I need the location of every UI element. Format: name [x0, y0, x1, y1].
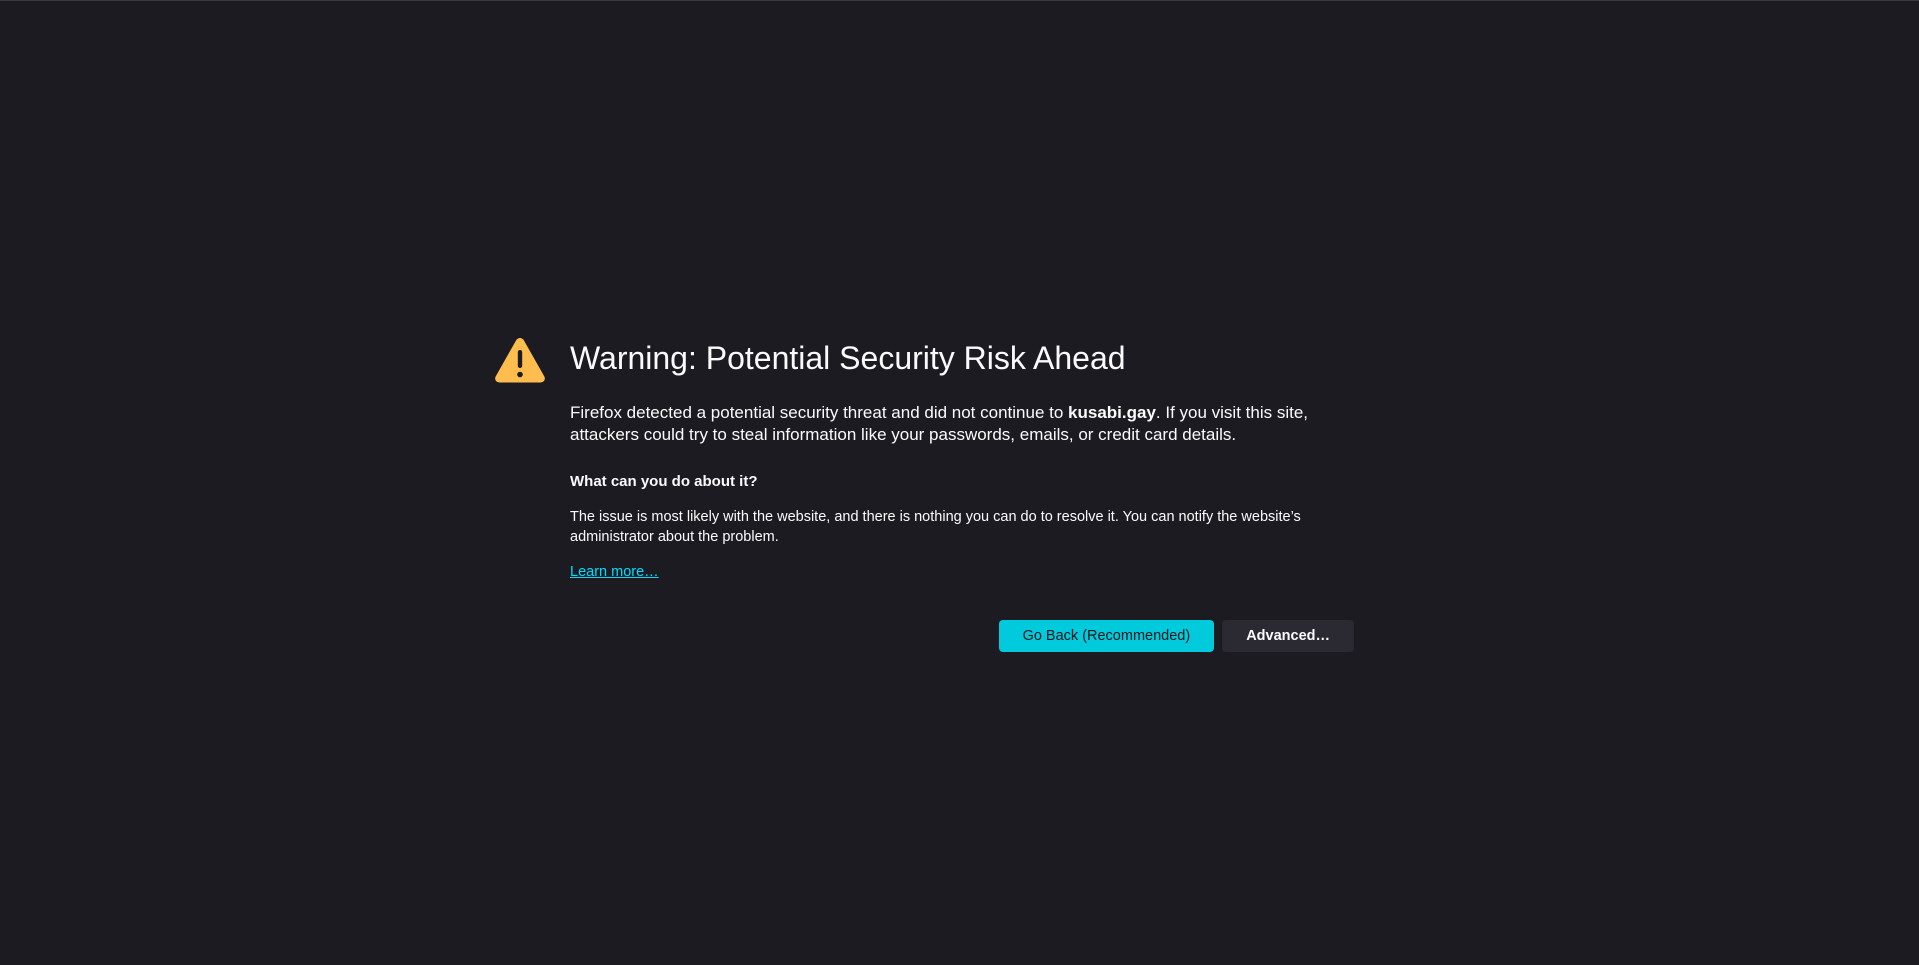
advanced-button[interactable]: Advanced…: [1222, 620, 1354, 652]
issue-description: The issue is most likely with the websit…: [570, 509, 1301, 545]
error-content: Warning: Potential Security Risk Ahead F…: [570, 334, 1354, 582]
description-prefix: Firefox detected a potential security th…: [570, 403, 1069, 422]
button-row: Go Back (Recommended) Advanced…: [998, 620, 1354, 652]
page-title: Warning: Potential Security Risk Ahead: [570, 340, 1126, 376]
site-name: kusabi.gay: [1068, 403, 1156, 422]
warning-triangle-icon: [495, 337, 545, 383]
what-can-you-do-heading: What can you do about it?: [570, 473, 758, 490]
top-border: [0, 0, 1919, 1]
error-description: Firefox detected a potential security th…: [570, 402, 1354, 446]
learn-more-link[interactable]: Learn more…: [570, 562, 659, 582]
go-back-button[interactable]: Go Back (Recommended): [998, 620, 1215, 652]
